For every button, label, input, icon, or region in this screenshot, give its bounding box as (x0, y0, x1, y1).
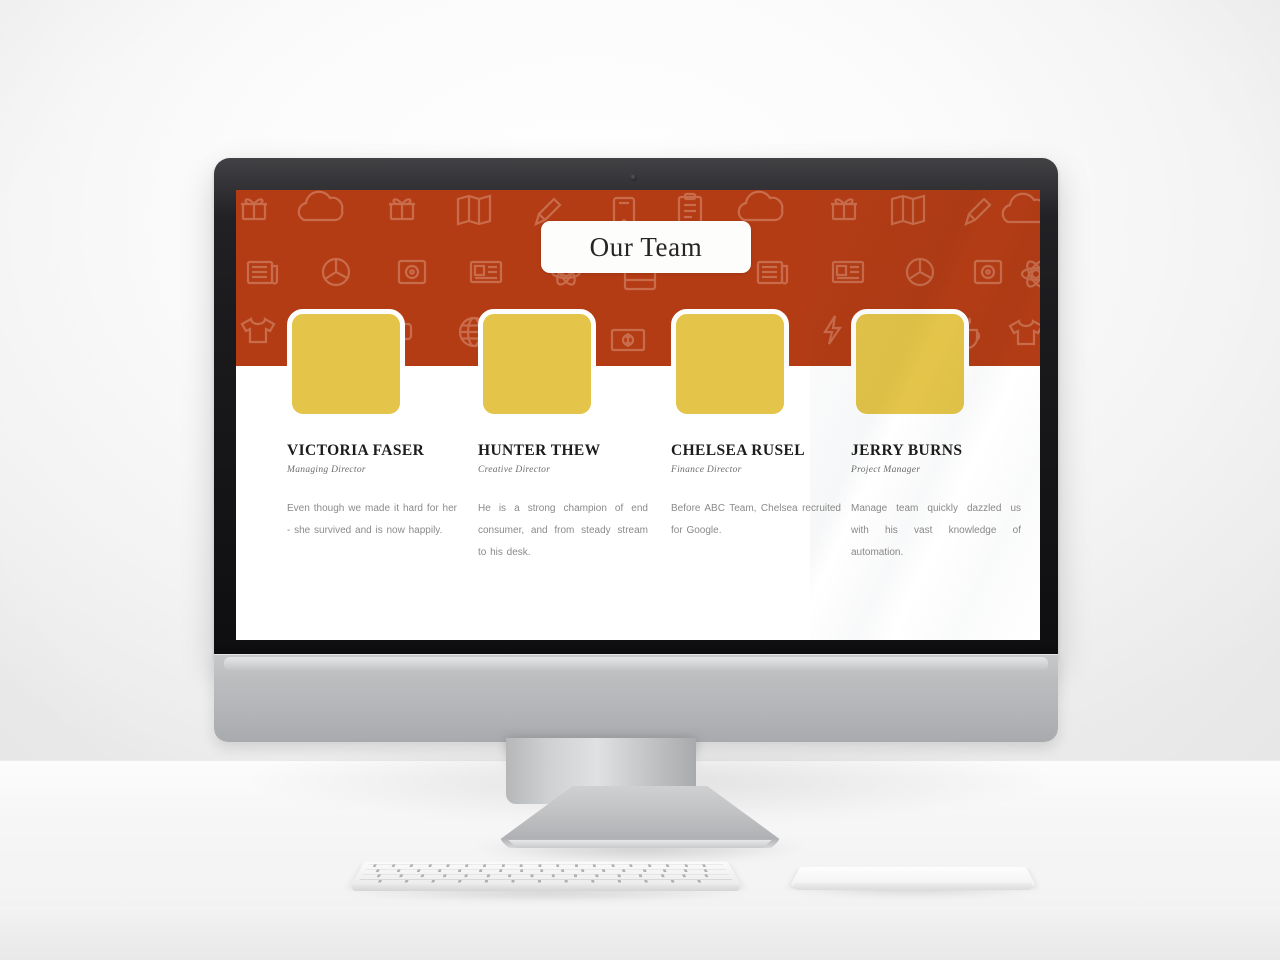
member-photo-placeholder[interactable] (671, 309, 789, 419)
keyboard-key[interactable] (478, 869, 482, 873)
keyboard-key[interactable] (511, 879, 515, 883)
keyboard-key[interactable] (697, 879, 702, 883)
keyboard-key[interactable] (665, 864, 670, 868)
monitor-bezel: Our Team VICTORIA FASER Managing Directo… (214, 158, 1058, 660)
desk-front-edge (0, 906, 1280, 960)
keyboard-key[interactable] (610, 864, 615, 868)
keyboard-key[interactable] (703, 869, 708, 873)
keyboard-key[interactable] (616, 874, 621, 878)
keyboard-key[interactable] (642, 869, 647, 873)
keyboard-key[interactable] (540, 869, 544, 873)
keyboard-key[interactable] (703, 874, 709, 878)
member-photo-placeholder[interactable] (851, 309, 969, 419)
keyboard-key[interactable] (670, 879, 675, 883)
member-bio: Manage team quickly dazzled us with his … (851, 503, 1021, 558)
keyboard-key[interactable] (464, 874, 468, 878)
keyboard-key[interactable] (601, 869, 605, 873)
team-member-card: VICTORIA FASER Managing Director Even th… (287, 442, 457, 542)
slide-title-plate: Our Team (541, 221, 751, 273)
keyboard-key[interactable] (581, 869, 585, 873)
keyboard-key[interactable] (617, 879, 622, 883)
member-name: CHELSEA RUSEL (671, 442, 805, 459)
keyboard-key[interactable] (574, 864, 578, 868)
keyboard-key[interactable] (591, 879, 595, 883)
keyboard-key[interactable] (508, 874, 512, 878)
keyboard-key[interactable] (660, 874, 665, 878)
trackpad[interactable] (790, 852, 1036, 896)
monitor-screen[interactable]: Our Team VICTORIA FASER Managing Directo… (236, 190, 1040, 640)
keyboard-key[interactable] (499, 869, 503, 873)
monitor-chin-highlight (224, 657, 1048, 671)
desk-scene: Our Team VICTORIA FASER Managing Directo… (0, 0, 1280, 960)
presentation-slide: Our Team VICTORIA FASER Managing Directo… (236, 190, 1040, 640)
team-member-card: JERRY BURNS Project Manager Manage team … (851, 442, 1021, 564)
keyboard-key[interactable] (538, 879, 542, 883)
member-bio: He is a strong champion of end consumer,… (478, 503, 648, 558)
keyboard-key[interactable] (519, 869, 523, 873)
keyboard-front-edge (352, 884, 740, 891)
keyboard-key[interactable] (638, 874, 643, 878)
member-photo-placeholder[interactable] (287, 309, 405, 419)
keyboard-key[interactable] (662, 869, 667, 873)
member-bio: Even though we made it hard for her - sh… (287, 503, 457, 536)
keyboard-key[interactable] (537, 864, 541, 868)
member-role: Managing Director (287, 465, 366, 475)
keyboard-key[interactable] (592, 864, 596, 868)
keyboard-key[interactable] (702, 864, 707, 868)
keyboard-key[interactable] (551, 874, 555, 878)
keyboard-key[interactable] (621, 869, 626, 873)
imac-monitor: Our Team VICTORIA FASER Managing Directo… (214, 158, 1058, 748)
team-member-card: HUNTER THEW Creative Director He is a st… (478, 442, 648, 564)
member-name: JERRY BURNS (851, 442, 963, 459)
keyboard-key[interactable] (519, 864, 523, 868)
member-role: Project Manager (851, 465, 921, 475)
member-role: Creative Director (478, 465, 551, 475)
member-bio: Before ABC Team, Chelsea recruited for G… (671, 503, 841, 536)
keyboard-key[interactable] (482, 864, 487, 868)
page-title: Our Team (589, 231, 703, 262)
keyboard-key[interactable] (644, 879, 648, 883)
keyboard-key[interactable] (560, 869, 564, 873)
stand-base-lip (508, 840, 772, 848)
keyboard-key[interactable] (573, 874, 577, 878)
keyboard-key[interactable] (501, 864, 505, 868)
keyboard-key[interactable] (464, 864, 468, 868)
trackpad-front-edge (794, 883, 1032, 890)
keyboard-key[interactable] (629, 864, 633, 868)
team-member-card: CHELSEA RUSEL Finance Director Before AB… (671, 442, 841, 542)
keyboard[interactable] (350, 848, 742, 894)
keyboard-keys-surface[interactable] (350, 861, 742, 886)
keyboard-key[interactable] (556, 864, 560, 868)
webcam-icon (630, 174, 637, 181)
keyboard-key[interactable] (647, 864, 652, 868)
member-role: Finance Director (671, 465, 742, 475)
member-photo-placeholder[interactable] (478, 309, 596, 419)
keyboard-key[interactable] (683, 869, 688, 873)
keyboard-key[interactable] (682, 874, 687, 878)
keyboard-key[interactable] (486, 874, 490, 878)
keyboard-key[interactable] (564, 879, 568, 883)
member-name: HUNTER THEW (478, 442, 601, 459)
keyboard-key[interactable] (529, 874, 533, 878)
keyboard-key[interactable] (484, 879, 489, 883)
keyboard-key[interactable] (595, 874, 599, 878)
member-name: VICTORIA FASER (287, 442, 425, 459)
keyboard-key[interactable] (683, 864, 688, 868)
